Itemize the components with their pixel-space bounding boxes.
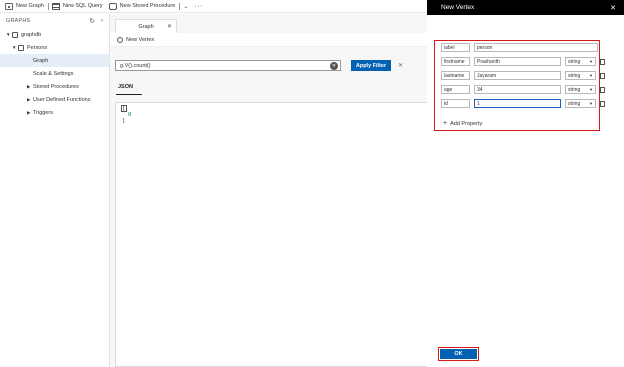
chevron-down-icon[interactable]: ⌄ (183, 3, 188, 10)
main-pane: Graph ✕ New Vertex g.V().count() ✕ Apply… (110, 14, 427, 367)
active-tab-underline (116, 94, 142, 95)
property-type-select[interactable]: string ▼ (565, 71, 596, 80)
tree-item-scale-settings[interactable]: Scale & Settings (0, 67, 109, 80)
database-icon (12, 31, 18, 38)
code-line: ] (122, 118, 126, 124)
collection-icon (18, 44, 24, 51)
sql-query-icon (51, 2, 60, 10)
tree-item-triggers[interactable]: ▶ Triggers (0, 106, 109, 119)
more-icon[interactable]: ··· (194, 3, 203, 10)
command-bar: New Graph New SQL Query New Stored Proce… (0, 0, 427, 13)
property-type-select[interactable]: string ▼ (565, 85, 596, 94)
tree-item-udfs[interactable]: ▶ User Defined Functions (0, 93, 109, 106)
refresh-icon[interactable]: ↻ (89, 17, 94, 25)
chevron-down-icon: ▼ (589, 59, 593, 64)
add-property-button[interactable]: + Add Property (443, 120, 482, 127)
json-result: [ 0 ] (122, 106, 131, 124)
tree-item-graph[interactable]: Graph (0, 54, 109, 67)
resource-tree: GRAPHS ↻ ‹ ▼ graphdb ▼ Persons Graph Sca… (0, 14, 110, 367)
apply-filter-button[interactable]: Apply Filter (351, 60, 391, 71)
sidebar-header: GRAPHS ↻ ‹ (0, 14, 109, 28)
property-value-input[interactable]: 1 (474, 99, 561, 108)
property-key-input[interactable]: age (441, 85, 470, 94)
stored-procedure-icon (108, 2, 117, 10)
tab-bar: Graph ✕ (110, 14, 427, 33)
ok-button[interactable]: OK (440, 349, 477, 359)
code-line: 0 (128, 112, 132, 118)
vertex-properties: label person firstname Prashanth string ▼… (434, 40, 605, 131)
chevron-down-icon: ▼ (589, 101, 593, 106)
toolbar-divider (179, 2, 181, 10)
property-key-input[interactable]: firstname (441, 57, 470, 66)
property-row: lastname Jayaram string ▼ (441, 71, 605, 80)
ok-highlight: OK (438, 347, 479, 361)
new-graph-button[interactable]: New Graph (5, 0, 44, 13)
label-key: label (441, 43, 470, 52)
delete-icon[interactable] (600, 72, 605, 79)
close-tab-icon[interactable]: ✕ (167, 23, 172, 30)
new-graph-icon (5, 2, 13, 10)
tree-item-collection[interactable]: ▼ Persons (0, 41, 109, 54)
close-icon[interactable]: ✕ (398, 62, 403, 69)
property-row: firstname Prashanth string ▼ (441, 57, 605, 66)
property-row: id 1 string ▼ (441, 99, 605, 108)
property-value-input[interactable]: 34 (474, 85, 561, 94)
tree-item-stored-procedures[interactable]: ▶ Stored Procedures (0, 80, 109, 93)
label-value-input[interactable]: person (474, 43, 598, 52)
query-row: g.V().count() ✕ Apply Filter ✕ (115, 60, 403, 71)
property-value-input[interactable]: Jayaram (474, 71, 561, 80)
property-key-input[interactable]: lastname (441, 71, 470, 80)
tab-json[interactable]: JSON (118, 84, 133, 90)
new-vertex-panel: New Vertex ✕ label person firstname Pras… (427, 0, 624, 367)
tab-graph[interactable]: Graph ✕ (115, 19, 177, 33)
property-type-select[interactable]: string ▼ (565, 99, 596, 108)
delete-icon[interactable] (600, 100, 605, 107)
clear-query-icon[interactable]: ✕ (330, 62, 338, 70)
chevron-down-icon: ▼ (589, 87, 593, 92)
panel-header: New Vertex ✕ (427, 0, 624, 15)
new-vertex-button[interactable]: New Vertex (126, 37, 154, 43)
property-key-input[interactable]: id (441, 99, 470, 108)
chevron-down-icon: ▼ (589, 73, 593, 78)
property-value-input[interactable]: Prashanth (474, 57, 561, 66)
property-row: age 34 string ▼ (441, 85, 605, 94)
new-vertex-icon (117, 36, 123, 43)
close-icon[interactable]: ✕ (610, 4, 616, 12)
results-pane: [ 0 ] (115, 102, 427, 367)
new-sql-query-button[interactable]: New SQL Query (51, 0, 103, 13)
property-type-select[interactable]: string ▼ (565, 57, 596, 66)
query-input[interactable]: g.V().count() ✕ (115, 60, 341, 71)
delete-icon[interactable] (600, 86, 605, 93)
label-row: label person (441, 43, 598, 52)
tree-item-database[interactable]: ▼ graphdb (0, 28, 109, 41)
toolbar-divider (47, 2, 49, 10)
collapse-icon[interactable]: ‹ (101, 17, 103, 25)
plus-icon: + (443, 120, 448, 127)
delete-icon[interactable] (600, 58, 605, 65)
new-stored-procedure-button[interactable]: New Stored Procedure (108, 0, 175, 13)
sidebar-title: GRAPHS (6, 18, 31, 24)
panel-title: New Vertex (441, 4, 475, 11)
graph-toolbar: New Vertex (110, 33, 427, 47)
